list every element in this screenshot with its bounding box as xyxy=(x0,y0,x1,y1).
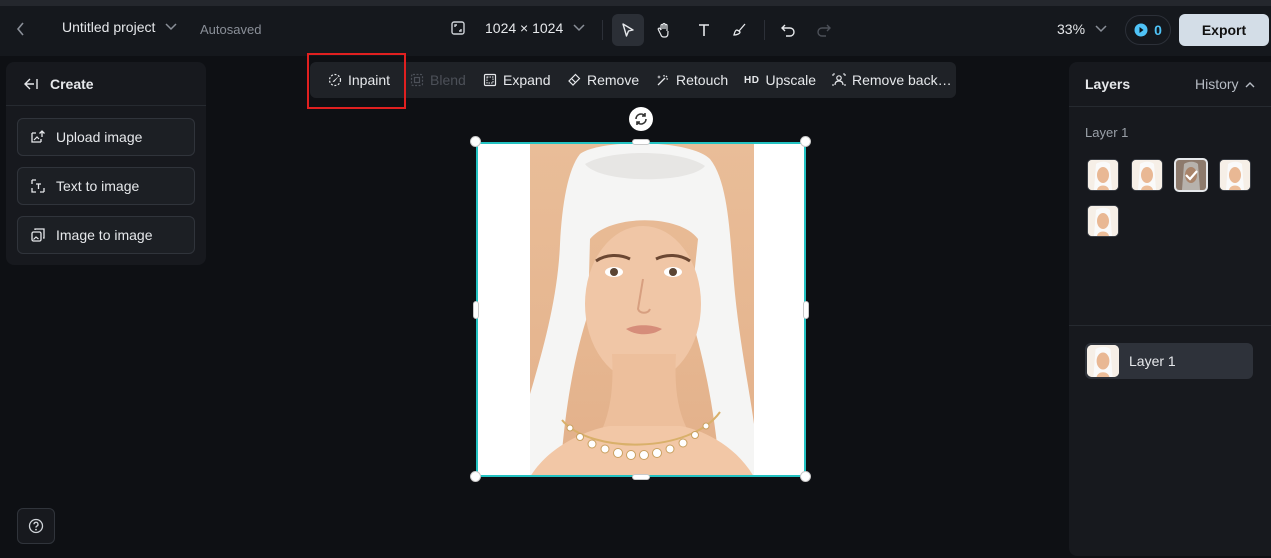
hand-icon xyxy=(657,22,669,38)
select-tool-button[interactable] xyxy=(612,14,644,46)
toolbar-divider xyxy=(764,20,765,40)
text-icon xyxy=(699,24,709,36)
export-button[interactable]: Export xyxy=(1179,14,1269,46)
resize-handle-left[interactable] xyxy=(473,301,479,319)
resize-handle-top-left[interactable] xyxy=(470,136,481,147)
top-bar: Untitled project Autosaved 1024 × 1024 3… xyxy=(0,0,1271,56)
project-name: Untitled project xyxy=(62,19,156,35)
redo-icon xyxy=(817,24,831,37)
chevron-down-icon xyxy=(1095,25,1107,33)
remove-label: Remove xyxy=(587,72,640,88)
edit-toolbar: Inpaint Blend Expand Remove Retouch HD U… xyxy=(310,62,956,98)
canvas-size-dropdown[interactable]: 1024 × 1024 xyxy=(485,20,585,36)
resize-handle-top-right[interactable] xyxy=(800,136,811,147)
history-thumbnail[interactable] xyxy=(1219,159,1251,191)
create-panel-title: Create xyxy=(50,75,94,92)
retouch-label: Retouch xyxy=(676,72,729,88)
chevron-down-icon xyxy=(573,24,585,32)
brush-tool-button[interactable] xyxy=(724,14,756,46)
magic-wand-icon xyxy=(657,75,668,86)
text-tool-button[interactable] xyxy=(688,14,720,46)
text-to-image-label: Text to image xyxy=(56,178,140,194)
panel-divider xyxy=(1069,106,1271,107)
undo-button[interactable] xyxy=(772,14,804,46)
tab-layers[interactable]: Layers xyxy=(1085,76,1130,92)
layers-panel: Layers History Layer 1 Layer 1 xyxy=(1069,62,1271,556)
credits-count: 0 xyxy=(1154,22,1162,38)
blend-icon xyxy=(410,73,424,87)
text-to-image-button[interactable]: Text to image xyxy=(17,167,195,205)
layer-name: Layer 1 xyxy=(1129,353,1176,369)
back-button[interactable] xyxy=(8,16,34,42)
chevron-left-icon xyxy=(16,22,24,36)
resize-handle-bottom-right[interactable] xyxy=(800,471,811,482)
expand-button[interactable]: Expand xyxy=(483,62,550,98)
hand-tool-button[interactable] xyxy=(648,14,680,46)
remove-background-label: Remove back… xyxy=(852,72,952,88)
tab-history-label: History xyxy=(1195,76,1239,92)
highlight-annotation-box xyxy=(307,53,406,109)
zoom-level: 33% xyxy=(1057,21,1086,37)
collapse-left-icon xyxy=(24,78,38,89)
credits-badge[interactable]: 0 xyxy=(1125,15,1171,45)
history-thumbnail[interactable] xyxy=(1131,159,1163,191)
redo-button[interactable] xyxy=(808,14,840,46)
retouch-button[interactable]: Retouch xyxy=(656,62,728,98)
panel-divider xyxy=(1069,325,1271,326)
history-thumbnail[interactable] xyxy=(1087,205,1119,237)
blend-label: Blend xyxy=(430,72,466,88)
remove-background-icon xyxy=(832,73,846,86)
layer-thumbnail xyxy=(1087,345,1119,377)
canvas-size-label: 1024 × 1024 xyxy=(485,20,564,36)
project-name-dropdown[interactable]: Untitled project xyxy=(62,19,177,35)
portrait-photo xyxy=(530,144,754,475)
resize-handle-right[interactable] xyxy=(803,301,809,319)
upload-image-icon xyxy=(31,130,45,143)
eraser-icon xyxy=(568,73,581,86)
create-panel-header[interactable]: Create xyxy=(6,62,206,106)
canvas-size-icon[interactable] xyxy=(450,20,466,36)
remove-background-button[interactable]: Remove back… xyxy=(832,62,952,98)
hd-badge: HD xyxy=(744,74,760,86)
tab-layers-label: Layers xyxy=(1085,76,1131,92)
layer-list-item[interactable]: Layer 1 xyxy=(1085,343,1253,379)
credits-icon xyxy=(1134,23,1148,37)
expand-icon xyxy=(483,73,497,87)
history-thumbnail-selected[interactable] xyxy=(1174,158,1208,192)
help-button[interactable] xyxy=(17,508,55,544)
image-to-image-button[interactable]: Image to image xyxy=(17,216,195,254)
resize-handle-top[interactable] xyxy=(632,139,650,145)
image-to-image-icon xyxy=(31,228,45,242)
rotate-icon xyxy=(635,113,647,125)
chevron-up-icon xyxy=(1245,81,1255,87)
resize-handle-bottom-left[interactable] xyxy=(470,471,481,482)
image-to-image-label: Image to image xyxy=(56,227,153,243)
cursor-arrow-icon xyxy=(622,23,634,37)
autosave-status: Autosaved xyxy=(200,22,262,37)
text-to-image-icon xyxy=(31,179,45,193)
upload-image-button[interactable]: Upload image xyxy=(17,118,195,156)
undo-icon xyxy=(781,24,795,37)
create-panel: Create Upload image Text to image Image … xyxy=(6,62,206,265)
zoom-dropdown[interactable]: 33% xyxy=(1057,21,1107,37)
resize-handle-bottom[interactable] xyxy=(632,474,650,480)
canvas-image-layer[interactable] xyxy=(476,142,806,477)
tab-history[interactable]: History xyxy=(1195,76,1255,92)
upscale-button[interactable]: HD Upscale xyxy=(744,62,816,98)
remove-button[interactable]: Remove xyxy=(567,62,639,98)
help-icon xyxy=(28,518,44,534)
brush-icon xyxy=(733,23,746,36)
toolbar-divider xyxy=(602,20,603,40)
layer-group-label: Layer 1 xyxy=(1085,125,1129,140)
blend-button[interactable]: Blend xyxy=(410,62,466,98)
rotate-button[interactable] xyxy=(629,107,653,131)
expand-label: Expand xyxy=(503,72,551,88)
chevron-down-icon xyxy=(165,23,177,31)
upscale-label: Upscale xyxy=(765,72,817,88)
history-thumbnail[interactable] xyxy=(1087,159,1119,191)
upload-image-label: Upload image xyxy=(56,129,143,145)
